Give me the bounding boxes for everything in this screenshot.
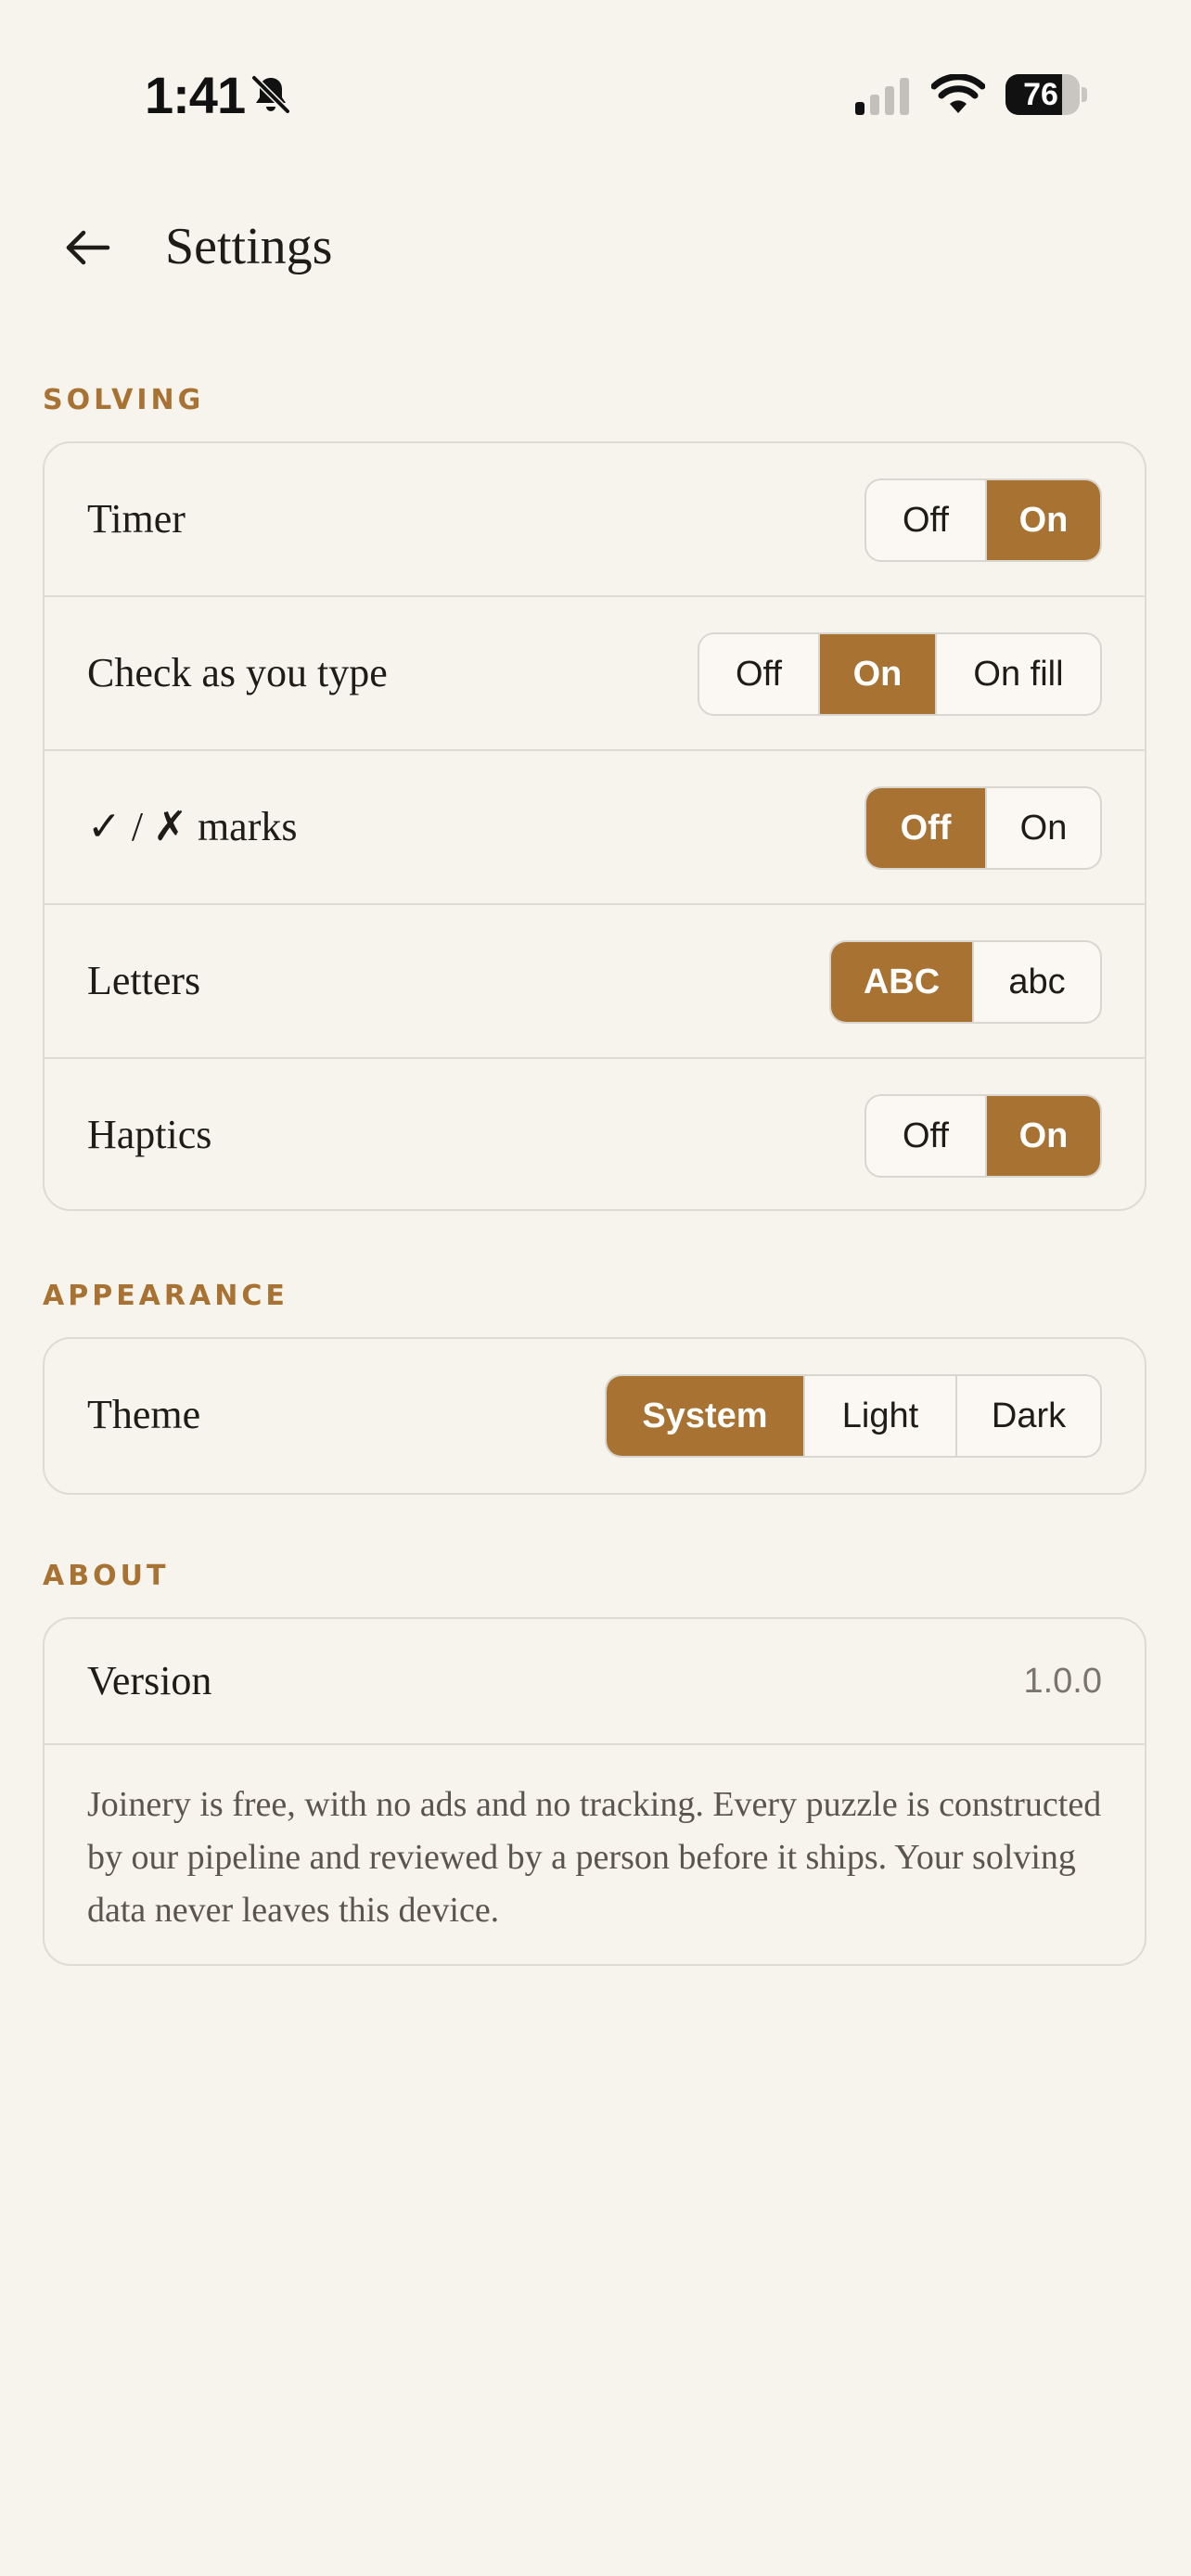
haptics-toggle[interactable]: Off On bbox=[864, 1094, 1102, 1178]
check-as-you-type-toggle[interactable]: Off On On fill bbox=[698, 632, 1102, 716]
segment-option[interactable]: On bbox=[985, 480, 1100, 560]
appearance-card: Theme System Light Dark bbox=[43, 1337, 1146, 1495]
arrow-left-icon[interactable] bbox=[59, 219, 117, 276]
setting-label-timer: Timer bbox=[87, 496, 186, 542]
setting-row-check-as-you-type: Check as you type Off On On fill bbox=[45, 597, 1145, 751]
setting-row-theme: Theme System Light Dark bbox=[45, 1339, 1145, 1493]
letters-toggle[interactable]: ABC abc bbox=[829, 940, 1102, 1024]
segment-option[interactable]: Off bbox=[866, 788, 985, 868]
timer-toggle[interactable]: Off On bbox=[864, 478, 1102, 562]
segment-option[interactable]: ABC bbox=[831, 942, 972, 1022]
cellular-signal-icon bbox=[855, 78, 909, 115]
setting-row-letters: Letters ABC abc bbox=[45, 905, 1145, 1059]
segment-option[interactable]: On fill bbox=[935, 634, 1100, 714]
segment-option[interactable]: abc bbox=[972, 942, 1100, 1022]
about-description: Joinery is free, with no ads and no trac… bbox=[87, 1785, 1102, 1930]
marks-toggle[interactable]: Off On bbox=[864, 786, 1102, 870]
segment-option[interactable]: On bbox=[985, 788, 1100, 868]
version-label: Version bbox=[87, 1658, 212, 1703]
setting-label-marks: ✓ / ✗ marks bbox=[87, 804, 298, 849]
section-label-solving: SOLVING bbox=[43, 384, 205, 416]
segment-option[interactable]: Light bbox=[803, 1376, 955, 1456]
setting-label-theme: Theme bbox=[87, 1392, 201, 1437]
section-label-about: ABOUT bbox=[43, 1560, 170, 1592]
segment-option[interactable]: On bbox=[818, 634, 935, 714]
segment-option[interactable]: Off bbox=[699, 634, 818, 714]
status-time: 1:41 bbox=[145, 66, 246, 124]
version-row: Version 1.0.0 bbox=[45, 1619, 1145, 1745]
setting-label-check-as-you-type: Check as you type bbox=[87, 650, 388, 695]
about-card: Version 1.0.0 Joinery is free, with no a… bbox=[43, 1617, 1146, 1966]
battery-percent: 76 bbox=[1023, 77, 1058, 112]
page-title: Settings bbox=[165, 218, 333, 275]
segment-option[interactable]: Off bbox=[866, 1096, 985, 1176]
section-label-appearance: APPEARANCE bbox=[43, 1280, 288, 1312]
wifi-icon bbox=[931, 74, 985, 113]
segment-option[interactable]: System bbox=[607, 1376, 803, 1456]
setting-label-letters: Letters bbox=[87, 958, 201, 1003]
setting-row-haptics: Haptics Off On bbox=[45, 1059, 1145, 1209]
segment-option[interactable]: On bbox=[985, 1096, 1100, 1176]
setting-label-haptics: Haptics bbox=[87, 1112, 212, 1157]
status-bar: 1:41 76 bbox=[0, 0, 1191, 185]
setting-row-marks: ✓ / ✗ marks Off On bbox=[45, 751, 1145, 905]
version-value: 1.0.0 bbox=[1023, 1662, 1102, 1701]
segment-option[interactable]: Off bbox=[866, 480, 985, 560]
segment-option[interactable]: Dark bbox=[955, 1376, 1100, 1456]
bell-slash-icon bbox=[251, 75, 290, 114]
setting-row-timer: Timer Off On bbox=[45, 443, 1145, 597]
battery-icon: 76 bbox=[1005, 74, 1087, 115]
theme-toggle[interactable]: System Light Dark bbox=[605, 1374, 1102, 1458]
solving-card: Timer Off On Check as you type Off On On fi… bbox=[43, 441, 1146, 1211]
